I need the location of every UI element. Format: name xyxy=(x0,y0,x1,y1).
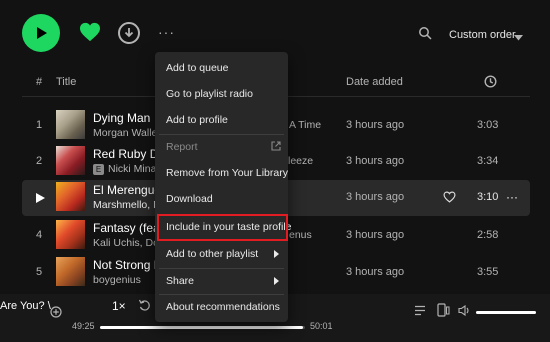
progress-bar[interactable] xyxy=(100,326,305,329)
clock-icon[interactable] xyxy=(484,75,497,91)
now-playing-title[interactable]: Are You? \ xyxy=(0,300,51,312)
track-artist[interactable]: boygenius xyxy=(93,274,141,286)
album-art[interactable] xyxy=(56,182,85,211)
progress-fill xyxy=(100,326,303,329)
menu-item-go-to-playlist-radio[interactable]: Go to playlist radio xyxy=(155,81,288,107)
track-duration: 3:55 xyxy=(477,266,499,278)
album-art[interactable] xyxy=(56,220,85,249)
track-album[interactable]: enus xyxy=(289,229,312,241)
play-button[interactable] xyxy=(22,14,60,52)
connect-device-icon[interactable] xyxy=(437,303,450,320)
row-number: 1 xyxy=(36,119,43,131)
date-added: 3 hours ago xyxy=(346,155,405,167)
menu-item-label: Share xyxy=(166,275,195,287)
context-menu: Add to queue Go to playlist radio Add to… xyxy=(155,52,292,322)
sort-dropdown[interactable]: Custom order xyxy=(449,29,516,41)
date-added: 3 hours ago xyxy=(346,266,405,278)
volume-icon[interactable] xyxy=(458,304,471,319)
menu-item-remove-from-library[interactable]: Remove from Your Library xyxy=(155,160,288,186)
album-art[interactable] xyxy=(56,110,85,139)
track-duration: 3:10 xyxy=(477,191,499,203)
row-number: 5 xyxy=(36,266,43,278)
playback-position: 49:25 xyxy=(72,321,95,331)
track-artist[interactable]: Marshmello, M xyxy=(93,199,162,211)
menu-item-report[interactable]: Report xyxy=(155,134,288,160)
date-added: 3 hours ago xyxy=(346,191,405,203)
track-artist[interactable]: Morgan Waller xyxy=(93,127,161,139)
track-artist[interactable]: Kali Uchis, Don xyxy=(93,237,165,249)
album-art[interactable] xyxy=(56,257,85,286)
track-duration: 3:03 xyxy=(477,119,499,131)
menu-item-label: Add to other playlist xyxy=(166,248,259,260)
album-art[interactable] xyxy=(56,146,85,175)
playback-speed-button[interactable]: 1× xyxy=(112,299,126,313)
column-number: # xyxy=(36,76,43,88)
menu-item-download[interactable]: Download xyxy=(155,186,288,212)
row-play-icon[interactable] xyxy=(36,193,45,206)
track-title[interactable]: Not Strong E xyxy=(93,258,162,272)
playback-duration: 50:01 xyxy=(310,321,333,331)
row-number: 4 xyxy=(36,229,43,241)
track-artist[interactable]: Nicki Minaj xyxy=(108,163,159,175)
track-duration: 2:58 xyxy=(477,229,499,241)
explicit-badge: E xyxy=(93,164,104,175)
menu-item-about-recommendations[interactable]: About recommendations xyxy=(155,294,288,320)
external-link-icon xyxy=(271,141,281,154)
volume-slider[interactable] xyxy=(476,311,536,314)
submenu-arrow-icon xyxy=(274,277,279,285)
row-number: 2 xyxy=(36,155,43,167)
menu-item-add-to-queue[interactable]: Add to queue xyxy=(155,55,288,81)
queue-icon[interactable] xyxy=(414,305,426,319)
menu-item-share[interactable]: Share xyxy=(155,268,288,294)
menu-item-add-to-profile[interactable]: Add to profile xyxy=(155,107,288,133)
row-more-options-button[interactable]: ··· xyxy=(506,190,518,204)
search-icon[interactable] xyxy=(418,26,432,43)
track-title[interactable]: Dying Man xyxy=(93,111,150,125)
track-album[interactable]: A Time xyxy=(289,119,321,131)
heart-filled-icon[interactable] xyxy=(79,22,101,45)
menu-item-add-to-other-playlist[interactable]: Add to other playlist xyxy=(155,241,288,267)
track-artist-line: E Nicki Minaj xyxy=(93,163,159,175)
track-album[interactable]: leeze xyxy=(288,155,313,167)
track-duration: 3:34 xyxy=(477,155,499,167)
column-title[interactable]: Title xyxy=(56,76,76,88)
heart-outline-icon[interactable] xyxy=(443,191,456,206)
add-circle-icon[interactable] xyxy=(50,306,62,321)
caret-down-icon[interactable] xyxy=(514,32,523,44)
highlight-box xyxy=(157,214,288,241)
date-added: 3 hours ago xyxy=(346,119,405,131)
play-icon xyxy=(37,27,47,39)
more-options-button[interactable]: ··· xyxy=(158,24,175,40)
rewind-15-icon[interactable] xyxy=(138,298,151,315)
submenu-arrow-icon xyxy=(274,250,279,258)
track-title[interactable]: El Merengue xyxy=(93,183,161,197)
download-icon[interactable] xyxy=(118,22,140,44)
volume-fill xyxy=(476,311,536,314)
date-added: 3 hours ago xyxy=(346,229,405,241)
column-date-added[interactable]: Date added xyxy=(346,76,403,88)
